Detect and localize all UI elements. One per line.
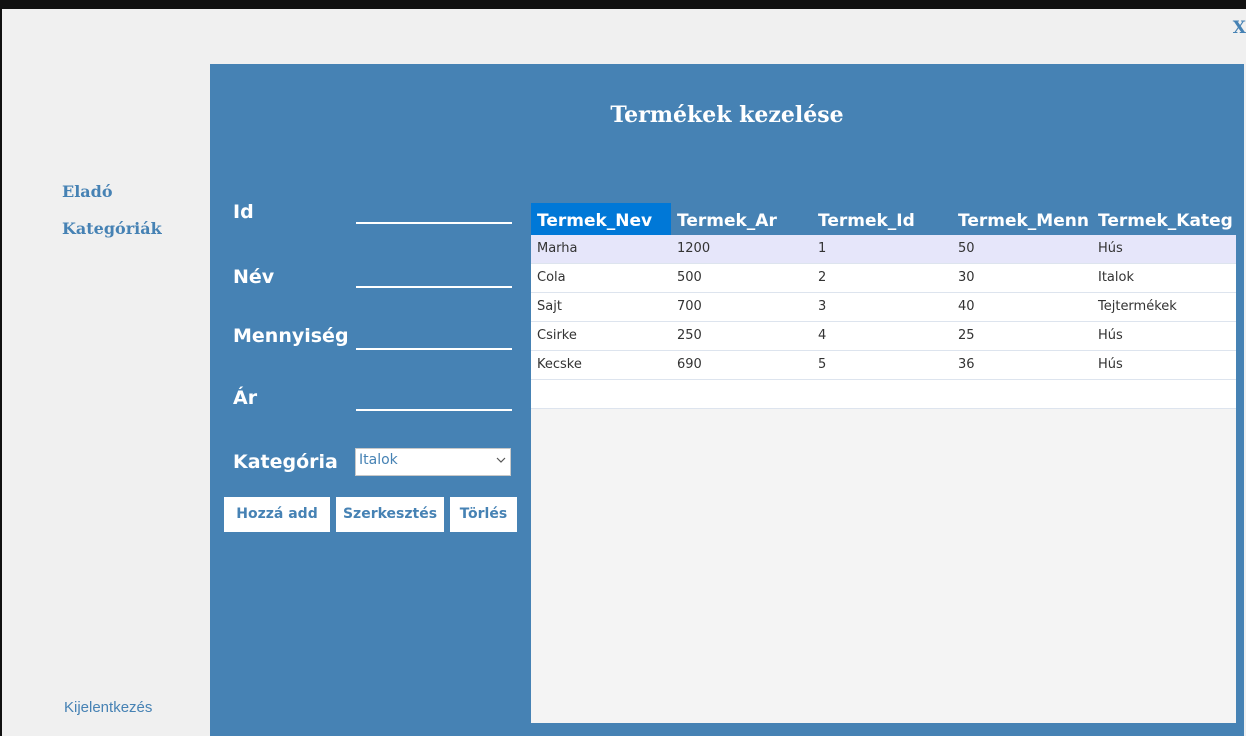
column-header-termek-nev[interactable]: Termek_Nev [531, 203, 671, 235]
table-header: Termek_Nev Termek_Ar Termek_Id Termek_Me… [531, 203, 1236, 235]
name-label: Név [233, 266, 275, 288]
quantity-label: Mennyiség [233, 325, 349, 347]
products-table[interactable]: Termek_Nev Termek_Ar Termek_Id Termek_Me… [531, 203, 1236, 723]
table-cell: Csirke [537, 328, 577, 343]
table-cell: Tejtermékek [1098, 299, 1177, 314]
table-cell: Italok [1098, 270, 1134, 285]
id-field[interactable] [356, 222, 512, 224]
table-cell: 25 [958, 328, 975, 343]
sidebar-item-kategoriak[interactable]: Kategóriák [62, 219, 162, 238]
table-row[interactable]: Marha 1200 1 50 Hús [531, 235, 1236, 264]
table-cell: 36 [958, 357, 975, 372]
table-cell: 5 [818, 357, 827, 372]
column-header-termek-ar[interactable]: Termek_Ar [671, 203, 812, 235]
table-cell: Sajt [537, 299, 562, 314]
category-select-value: Italok [359, 452, 398, 468]
price-label: Ár [233, 387, 258, 409]
page-title: Termékek kezelése [610, 102, 844, 128]
table-cell: 1200 [677, 241, 711, 256]
logout-link[interactable]: Kijelentkezés [64, 699, 152, 716]
table-cell: 3 [818, 299, 827, 314]
table-cell: Hús [1098, 357, 1123, 372]
sidebar-item-elado[interactable]: Eladó [62, 182, 113, 201]
table-cell: Kecske [537, 357, 582, 372]
category-label: Kategória [233, 451, 338, 473]
table-cell: 50 [958, 241, 975, 256]
table-cell: 30 [958, 270, 975, 285]
table-row[interactable]: Cola 500 2 30 Italok [531, 264, 1236, 293]
table-cell: 250 [677, 328, 702, 343]
table-row[interactable]: Csirke 250 4 25 Hús [531, 322, 1236, 351]
table-cell: Cola [537, 270, 566, 285]
delete-button[interactable]: Törlés [450, 497, 517, 532]
table-cell: 500 [677, 270, 702, 285]
quantity-field[interactable] [356, 348, 512, 350]
table-cell: Marha [537, 241, 578, 256]
table-row[interactable]: Kecske 690 5 36 Hús [531, 351, 1236, 380]
name-field[interactable] [356, 286, 512, 288]
app-window: X Eladó Kategóriák Kijelentkezés Terméke… [0, 0, 1246, 736]
edit-button[interactable]: Szerkesztés [336, 497, 444, 532]
table-new-row[interactable] [531, 380, 1236, 409]
table-cell: 700 [677, 299, 702, 314]
main-panel: Termékek kezelése Id Név Mennyiség Ár Ka… [210, 64, 1244, 736]
chevron-down-icon [496, 457, 506, 463]
table-row[interactable]: Sajt 700 3 40 Tejtermékek [531, 293, 1236, 322]
column-header-termek-kateg[interactable]: Termek_Kateg [1092, 203, 1236, 235]
column-header-termek-menn[interactable]: Termek_Menn [952, 203, 1092, 235]
table-cell: 2 [818, 270, 827, 285]
table-cell: 4 [818, 328, 827, 343]
price-field[interactable] [356, 409, 512, 411]
column-header-termek-id[interactable]: Termek_Id [812, 203, 952, 235]
table-cell: 40 [958, 299, 975, 314]
table-cell: Hús [1098, 241, 1123, 256]
id-label: Id [233, 201, 254, 223]
close-button[interactable]: X [1230, 18, 1246, 38]
category-select[interactable]: Italok [355, 448, 511, 476]
table-cell: 1 [818, 241, 827, 256]
table-cell: 690 [677, 357, 702, 372]
table-cell: Hús [1098, 328, 1123, 343]
add-button[interactable]: Hozzá add [224, 497, 330, 532]
